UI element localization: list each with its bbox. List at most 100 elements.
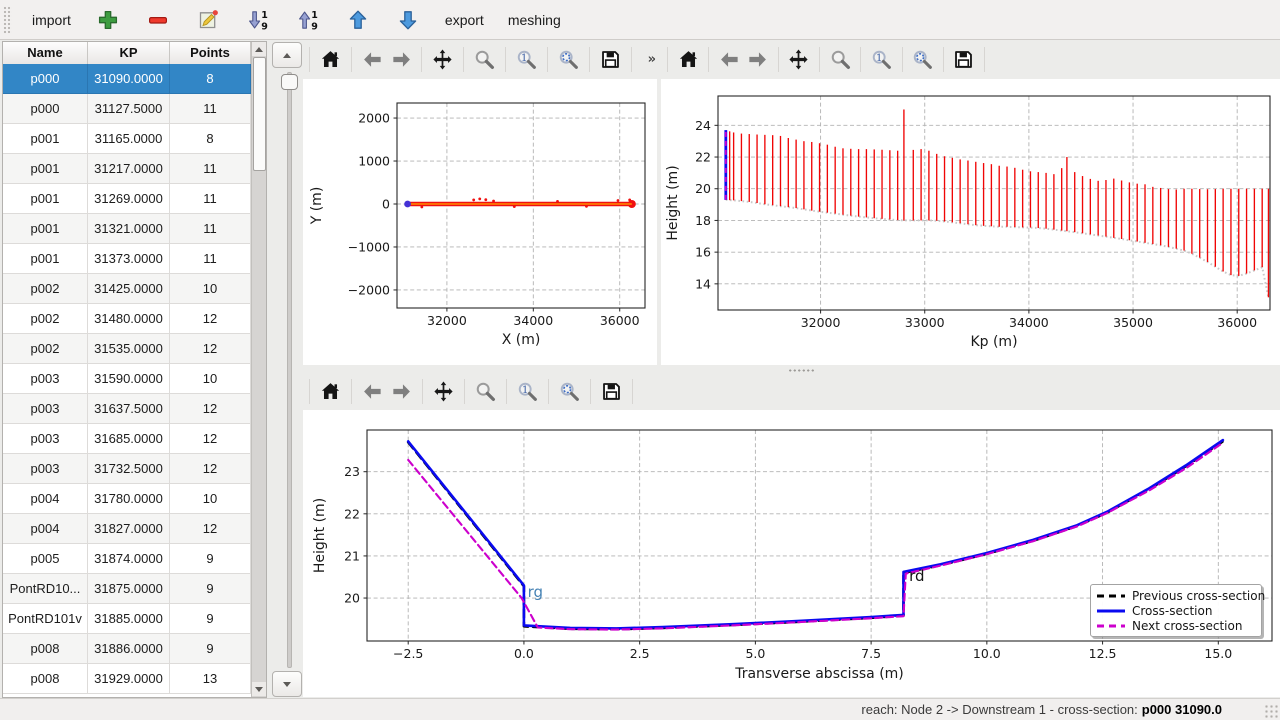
table-cell: p003 (3, 454, 88, 484)
table-cell: 31590.0000 (88, 364, 170, 394)
table-row[interactable]: p00431780.000010 (3, 484, 251, 514)
zoom-button[interactable] (827, 45, 853, 73)
table-row[interactable]: p00131321.000011 (3, 214, 251, 244)
move-up-button[interactable] (345, 7, 371, 33)
home-button[interactable] (317, 45, 344, 73)
save-button[interactable] (598, 377, 625, 405)
import-button[interactable]: import (20, 12, 83, 28)
table-cell: 12 (170, 424, 251, 454)
pan-button[interactable] (430, 377, 457, 405)
column-header-points[interactable]: Points (170, 42, 251, 64)
table-row[interactable]: p00531874.00009 (3, 544, 251, 574)
export-button[interactable]: export (433, 12, 496, 28)
pan-button[interactable] (786, 45, 812, 73)
table-cell: 9 (170, 574, 251, 604)
zoom-to-rect-button[interactable] (555, 45, 582, 73)
table-row[interactable]: p00231480.000012 (3, 304, 251, 334)
table-cell: 31929.0000 (88, 664, 170, 694)
forward-button[interactable] (745, 45, 771, 73)
table-row[interactable]: p00131373.000011 (3, 244, 251, 274)
edit-icon (196, 8, 220, 32)
home-button[interactable] (675, 45, 701, 73)
row-slider-track[interactable] (287, 72, 292, 668)
back-button[interactable] (359, 377, 386, 405)
forward-icon (390, 48, 413, 71)
meshing-button[interactable]: meshing (496, 12, 573, 28)
plot-legend: Previous cross-sectionCross-sectionNext … (1090, 584, 1262, 637)
table-row[interactable]: p00131217.000011 (3, 154, 251, 184)
table-row[interactable]: p00131269.000011 (3, 184, 251, 214)
table-cell: p008 (3, 634, 88, 664)
table-row[interactable]: p00831929.000013 (3, 664, 251, 694)
home-icon (319, 48, 342, 71)
svg-text:22: 22 (344, 506, 360, 521)
toolbar-drag-handle[interactable] (3, 6, 12, 34)
svg-text:−2.5: −2.5 (393, 646, 423, 661)
toolbar-overflow-button[interactable]: » (644, 52, 659, 67)
svg-text:33000: 33000 (905, 315, 945, 330)
cross-section-table: Name KP Points p00031090.00008p00031127.… (2, 41, 267, 698)
main-toolbar: import export meshing (0, 0, 1280, 40)
sort-ascending-button[interactable] (295, 7, 321, 33)
plan-view-plot[interactable]: 320003400036000−2000−1000010002000X (m)Y… (303, 79, 657, 365)
table-cell: p000 (3, 64, 88, 94)
table-row[interactable]: PontRD10...31875.00009 (3, 574, 251, 604)
slider-up-button[interactable] (272, 42, 302, 68)
toolbar-separator (351, 379, 352, 404)
slider-down-button[interactable] (272, 671, 302, 697)
table-row[interactable]: p00331685.000012 (3, 424, 251, 454)
table-row[interactable]: PontRD101v31885.00009 (3, 604, 251, 634)
svg-text:7.5: 7.5 (861, 646, 881, 661)
forward-button[interactable] (388, 45, 415, 73)
column-header-kp[interactable]: KP (88, 42, 170, 64)
edit-cross-section-button[interactable] (195, 7, 221, 33)
zoom-original-button[interactable] (514, 377, 541, 405)
add-cross-section-button[interactable] (95, 7, 121, 33)
scroll-up-button[interactable] (252, 42, 266, 56)
table-row[interactable]: p00331590.000010 (3, 364, 251, 394)
table-row[interactable]: p00031127.500011 (3, 94, 251, 124)
zoom-original-button[interactable] (513, 45, 540, 73)
svg-text:32000: 32000 (427, 313, 467, 328)
zoom-button[interactable] (471, 45, 498, 73)
table-row[interactable]: p00331637.500012 (3, 394, 251, 424)
svg-text:X (m): X (m) (502, 332, 541, 348)
delete-cross-section-button[interactable] (145, 7, 171, 33)
table-cell: 31885.0000 (88, 604, 170, 634)
save-icon (600, 380, 623, 403)
table-scrollbar[interactable] (251, 42, 266, 697)
back-button[interactable] (716, 45, 742, 73)
back-button[interactable] (359, 45, 386, 73)
table-row[interactable]: p00231425.000010 (3, 274, 251, 304)
table-cell: 11 (170, 154, 251, 184)
row-slider-handle[interactable] (281, 74, 298, 90)
table-row[interactable]: p00031090.00008 (3, 64, 251, 94)
save-button[interactable] (597, 45, 624, 73)
zoom-button[interactable] (472, 377, 499, 405)
scroll-down-button[interactable] (252, 682, 266, 696)
triangle-up-icon (255, 47, 263, 52)
table-row[interactable]: p00831886.00009 (3, 634, 251, 664)
table-row[interactable]: p00231535.000012 (3, 334, 251, 364)
table-row[interactable]: p00131165.00008 (3, 124, 251, 154)
longitudinal-profile-plot[interactable]: 3200033000340003500036000141618202224Kp … (661, 79, 1280, 365)
forward-button[interactable] (388, 377, 415, 405)
home-button[interactable] (317, 377, 344, 405)
triangle-down-icon (255, 687, 263, 692)
table-row[interactable]: p00331732.500012 (3, 454, 251, 484)
column-header-name[interactable]: Name (3, 42, 88, 64)
zoom-to-rect-button[interactable] (910, 45, 936, 73)
arrow-up-icon (346, 8, 370, 32)
zoom-to-rect-button[interactable] (556, 377, 583, 405)
move-down-button[interactable] (395, 7, 421, 33)
table-row[interactable]: p00431827.000012 (3, 514, 251, 544)
cross-section-plot[interactable]: −2.50.02.55.07.510.012.515.020212223Tran… (303, 410, 1280, 697)
horizontal-splitter[interactable] (300, 365, 1280, 376)
scrollbar-thumb[interactable] (253, 57, 266, 171)
window-resize-grip[interactable] (1264, 704, 1278, 718)
save-button[interactable] (951, 45, 977, 73)
pan-button[interactable] (429, 45, 456, 73)
sort-descending-button[interactable] (245, 7, 271, 33)
svg-text:−1000: −1000 (348, 239, 390, 254)
zoom-original-button[interactable] (868, 45, 894, 73)
